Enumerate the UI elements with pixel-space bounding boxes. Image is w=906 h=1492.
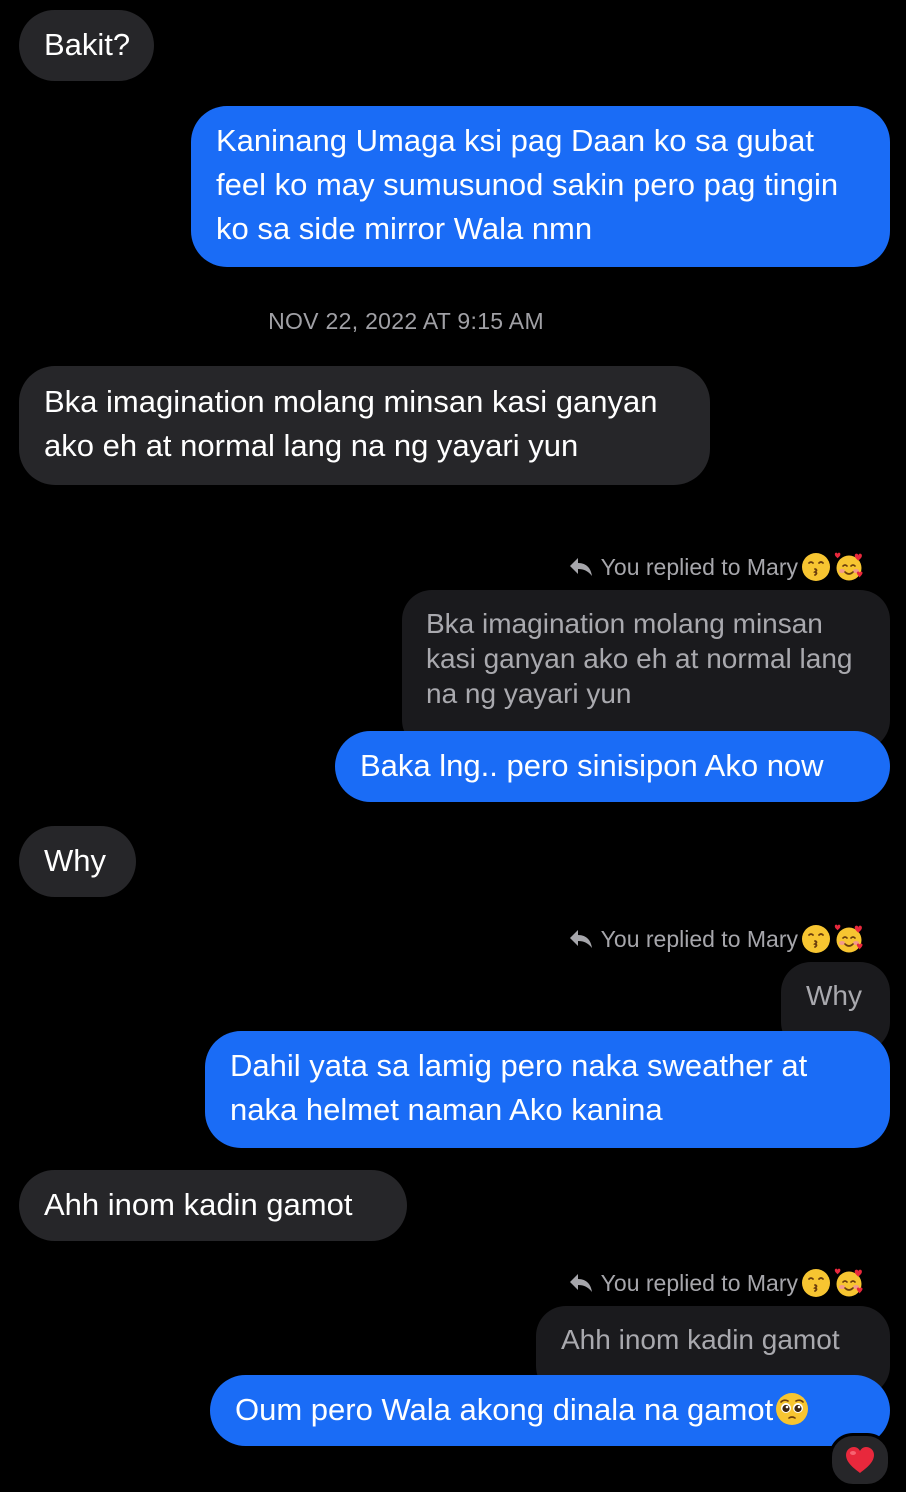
message-text: Ahh inom kadin gamot bbox=[44, 1187, 353, 1222]
sent-message[interactable]: Dahil yata sa lamig pero naka sweather a… bbox=[205, 1031, 890, 1148]
kissing-face-icon bbox=[801, 924, 831, 954]
reply-indicator: You replied to Mary bbox=[568, 1266, 864, 1300]
reply-arrow-icon bbox=[568, 928, 594, 950]
received-message[interactable]: Bka imagination molang minsan kasi ganya… bbox=[19, 366, 710, 485]
smiling-face-with-hearts-icon bbox=[834, 552, 864, 582]
message-text: Why bbox=[44, 843, 106, 878]
reply-label-text: You replied to Mary bbox=[600, 925, 798, 952]
received-message[interactable]: Ahh inom kadin gamot bbox=[19, 1170, 407, 1241]
reply-arrow-icon bbox=[568, 556, 594, 578]
sent-message[interactable]: Kaninang Umaga ksi pag Daan ko sa gubat … bbox=[191, 106, 890, 267]
message-text: Kaninang Umaga ksi pag Daan ko sa gubat … bbox=[216, 123, 839, 246]
pleading-face-icon bbox=[775, 1392, 809, 1426]
received-message[interactable]: Bakit? bbox=[19, 10, 155, 81]
message-text: Bakit? bbox=[44, 27, 131, 62]
quoted-text: Ahh inom kadin gamot bbox=[561, 1324, 840, 1355]
message-reaction[interactable] bbox=[829, 1433, 891, 1487]
received-message[interactable]: Why bbox=[19, 826, 136, 897]
sent-message[interactable]: Oum pero Wala akong dinala na gamot bbox=[210, 1375, 890, 1446]
message-thread: Bakit? Kaninang Umaga ksi pag Daan ko sa… bbox=[0, 0, 906, 1492]
smiling-face-with-hearts-icon bbox=[834, 1268, 864, 1298]
message-text: Dahil yata sa lamig pero naka sweather a… bbox=[230, 1048, 808, 1127]
message-text: Bka imagination molang minsan kasi ganya… bbox=[44, 384, 658, 463]
kissing-face-icon bbox=[801, 552, 831, 582]
quoted-message[interactable]: Bka imagination molang minsan kasi ganya… bbox=[402, 590, 890, 750]
message-text: Baka lng.. pero sinisipon Ako now bbox=[360, 748, 824, 783]
red-heart-icon bbox=[844, 1446, 876, 1474]
quoted-text: Bka imagination molang minsan kasi ganya… bbox=[426, 608, 853, 709]
reply-label-text: You replied to Mary bbox=[600, 1269, 798, 1296]
reply-label-text: You replied to Mary bbox=[600, 553, 798, 580]
smiling-face-with-hearts-icon bbox=[834, 924, 864, 954]
reply-arrow-icon bbox=[568, 1272, 594, 1294]
message-text: Oum pero Wala akong dinala na gamot bbox=[235, 1392, 774, 1427]
message-timestamp: NOV 22, 2022 AT 9:15 AM bbox=[268, 308, 544, 334]
kissing-face-icon bbox=[801, 1268, 831, 1298]
reply-indicator: You replied to Mary bbox=[568, 922, 864, 956]
sent-message[interactable]: Baka lng.. pero sinisipon Ako now bbox=[335, 731, 890, 802]
reply-indicator: You replied to Mary bbox=[568, 550, 864, 584]
quoted-text: Why bbox=[806, 980, 862, 1011]
